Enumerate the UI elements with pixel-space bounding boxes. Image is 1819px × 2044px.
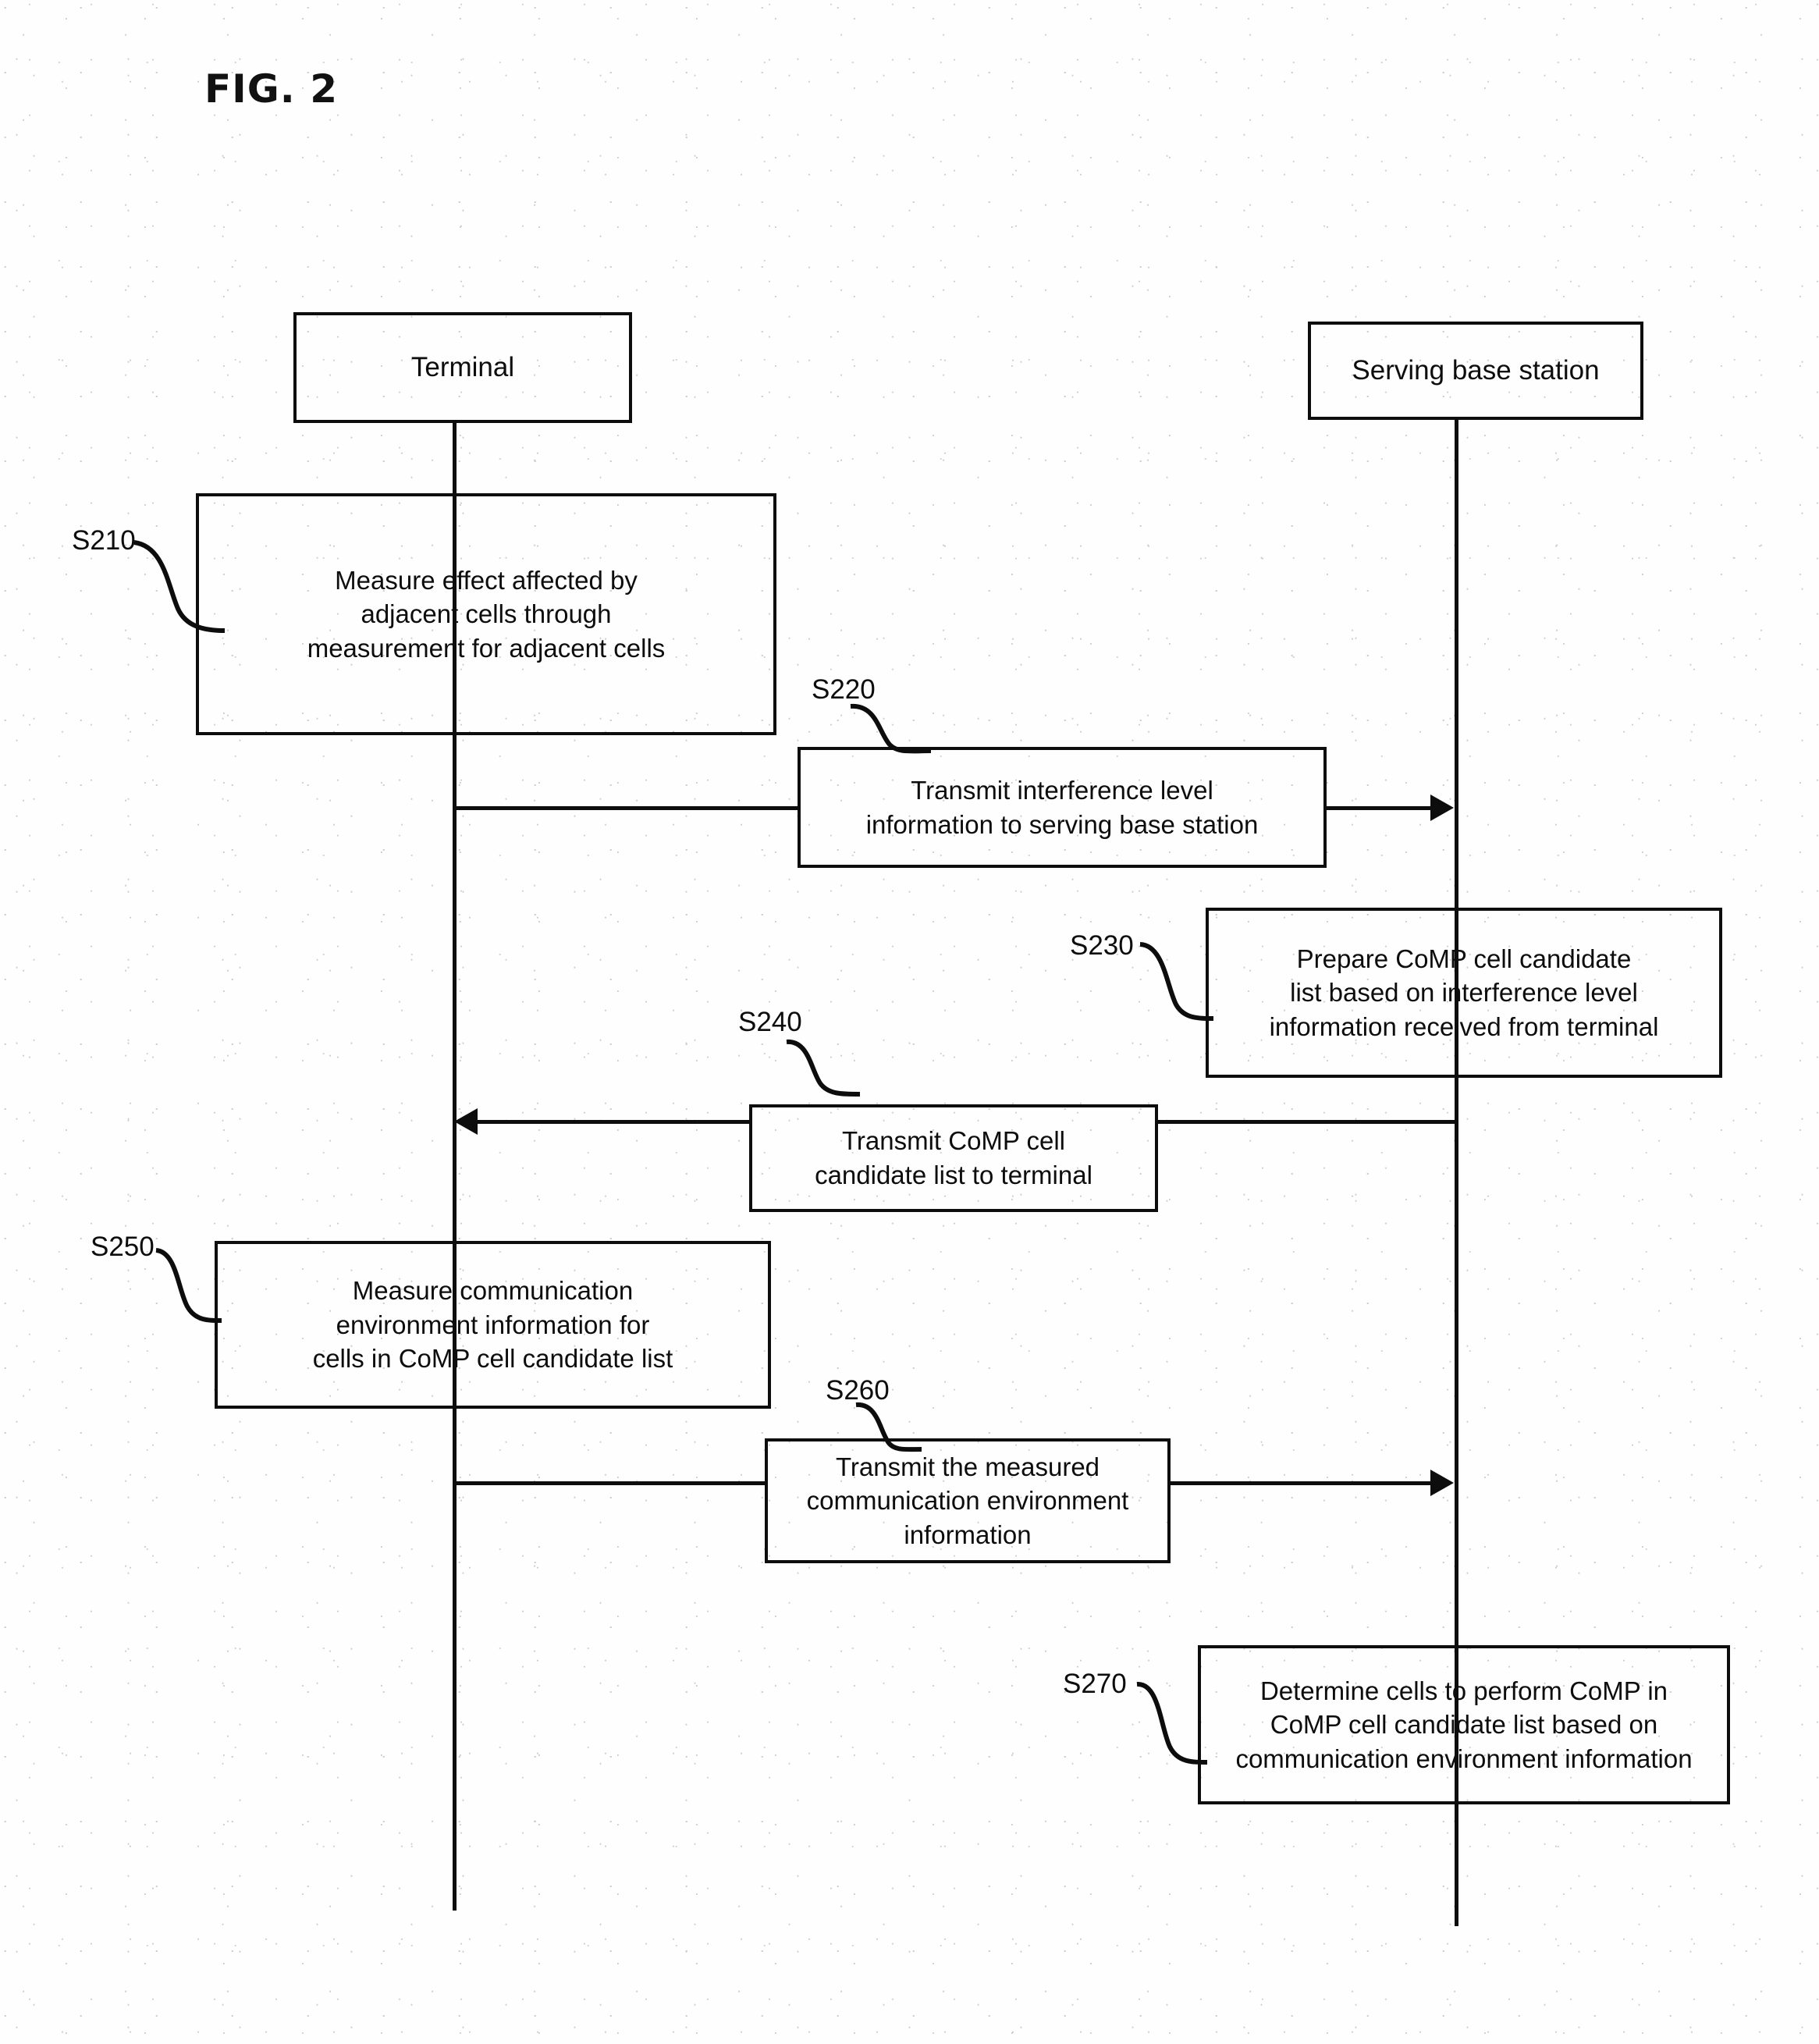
actor-label-terminal: Terminal — [410, 351, 515, 382]
patent-figure-page: FIG. 2 Terminal Serving base station S21… — [0, 0, 1819, 2044]
step-ref-s210: S210 — [72, 525, 136, 556]
step-box-s220: Transmit interference level information … — [798, 747, 1327, 868]
step-ref-s220: S220 — [812, 674, 876, 705]
connector-terminal-to-s220 — [455, 806, 800, 810]
step-ref-s240: S240 — [738, 1007, 802, 1037]
arrowhead-s220 — [1430, 794, 1454, 821]
actor-label-serving-base-station: Serving base station — [1352, 354, 1600, 386]
actor-box-terminal: Terminal — [293, 312, 632, 423]
step-ref-s250: S250 — [91, 1232, 155, 1262]
leader-line-s230 — [1139, 942, 1214, 1021]
actor-box-serving-base-station: Serving base station — [1308, 322, 1643, 420]
step-ref-s230: S230 — [1070, 930, 1134, 961]
step-box-s270: Determine cells to perform CoMP in CoMP … — [1198, 1645, 1730, 1804]
connector-s220-to-serving — [1324, 806, 1435, 810]
step-text-s230: Prepare CoMP cell candidate list based o… — [1269, 944, 1659, 1041]
arrowhead-s240 — [454, 1108, 478, 1135]
connector-terminal-to-s260 — [455, 1481, 767, 1485]
step-box-s230: Prepare CoMP cell candidate list based o… — [1206, 908, 1722, 1078]
step-ref-s270: S270 — [1063, 1669, 1127, 1699]
leader-line-s240 — [786, 1040, 861, 1097]
step-text-s220: Transmit interference level information … — [865, 775, 1259, 839]
connector-s240-to-terminal — [478, 1120, 752, 1124]
step-text-s240: Transmit CoMP cell candidate list to ter… — [815, 1126, 1092, 1189]
step-box-s250: Measure communication environment inform… — [215, 1241, 771, 1409]
step-ref-s260: S260 — [826, 1375, 890, 1406]
connector-serving-to-s240 — [1156, 1120, 1458, 1124]
connector-s260-to-serving — [1168, 1481, 1435, 1485]
step-box-s260: Transmit the measured communication envi… — [765, 1438, 1171, 1563]
step-text-s250: Measure communication environment inform… — [312, 1276, 673, 1374]
arrowhead-s260 — [1430, 1470, 1454, 1496]
step-box-s240: Transmit CoMP cell candidate list to ter… — [749, 1104, 1158, 1212]
step-text-s270: Determine cells to perform CoMP in CoMP … — [1235, 1676, 1693, 1773]
step-text-s210: Measure effect affected by adjacent cell… — [307, 565, 666, 663]
figure-title: FIG. 2 — [204, 66, 338, 112]
step-text-s260: Transmit the measured communication envi… — [806, 1452, 1129, 1549]
step-box-s210: Measure effect affected by adjacent cell… — [196, 493, 776, 735]
